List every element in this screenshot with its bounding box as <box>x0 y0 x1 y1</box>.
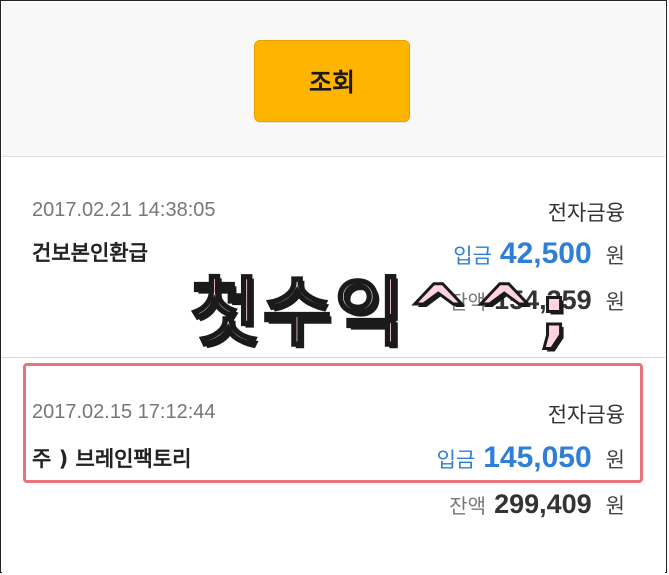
balance-unit: 원 <box>605 494 625 518</box>
balance-label: 잔액 <box>449 494 487 518</box>
overlay-caption: 첫수익^^; <box>190 269 573 358</box>
transaction-amount: 입금 145,050 원 <box>437 441 625 475</box>
balance-unit: 원 <box>605 290 625 314</box>
transaction-balance: 잔액 299,409 원 <box>449 489 625 520</box>
amount-value: 145,050 <box>483 441 592 474</box>
transaction-datetime: 2017.02.21 14:38:05 <box>32 199 216 221</box>
balance-value: 299,409 <box>494 489 592 519</box>
transaction-category: 전자금융 <box>547 403 625 427</box>
amount-unit: 원 <box>605 448 625 472</box>
amount-label: 입금 <box>436 448 476 472</box>
search-bar: 조회 <box>2 2 665 157</box>
search-button[interactable]: 조회 <box>254 40 410 122</box>
amount-unit: 원 <box>605 244 625 268</box>
transaction-datetime: 2017.02.15 17:12:44 <box>32 401 216 423</box>
transaction-category: 전자금융 <box>547 201 625 225</box>
transaction-description: 건보본인환급 <box>32 241 148 265</box>
app-frame: 조회 2017.02.21 14:38:05 전자금융 건보본인환급 입금 42… <box>0 0 667 573</box>
transaction-description: 주 ) 브레인팩토리 <box>32 447 192 471</box>
transaction-row[interactable]: 2017.02.15 17:12:44 전자금융 주 ) 브레인팩토리 입금 1… <box>2 359 665 573</box>
